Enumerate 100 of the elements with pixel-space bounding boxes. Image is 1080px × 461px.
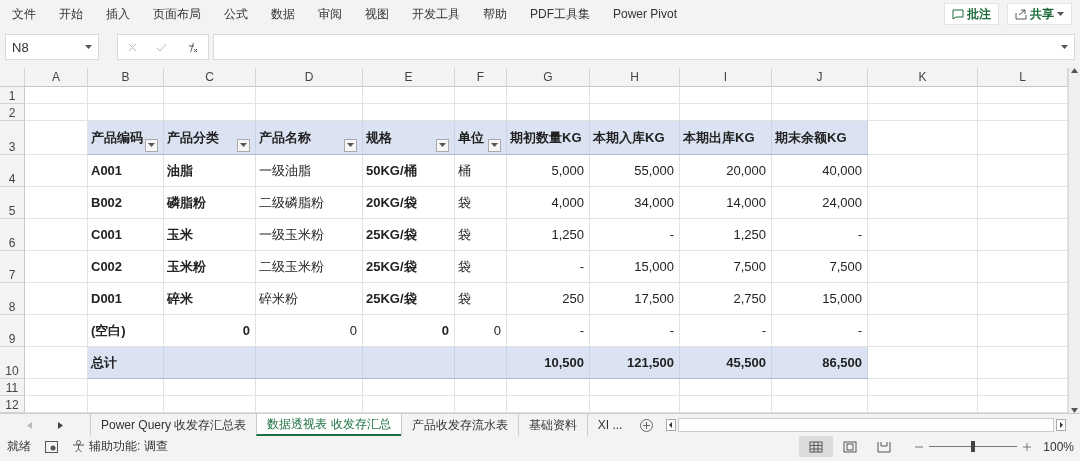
column-header[interactable]: D [256,68,363,87]
table-cell: 40,000 [772,155,868,187]
menu-tab[interactable]: 开发工具 [412,5,460,23]
table-cell: - [680,315,772,347]
column-header[interactable]: A [25,68,88,87]
column-header[interactable]: J [772,68,868,87]
table-cell: 5,000 [507,155,590,187]
sheet-tab[interactable]: XI ... [586,414,633,436]
share-button[interactable]: 共享 [1007,3,1072,25]
column-header[interactable]: C [164,68,256,87]
table-cell: B002 [88,187,164,219]
name-box[interactable]: N8 [5,34,99,60]
grid-icon [809,440,824,453]
table-cell: 15,000 [772,283,868,315]
add-sheet-icon[interactable] [640,418,654,432]
zoom-level[interactable]: 100% [1043,439,1074,454]
menu-tab[interactable]: 帮助 [483,5,507,23]
menu-tab[interactable]: Power Pivot [613,7,678,21]
table-cell: 油脂 [164,155,256,187]
table-cell: 17,500 [590,283,680,315]
menu-tab[interactable]: 视图 [365,5,389,23]
column-title: 期末余额KG [775,128,847,147]
menu-tab[interactable]: 公式 [224,5,248,23]
zoom-in-icon[interactable] [1023,442,1032,451]
scroll-up-icon [1071,68,1078,73]
row-header[interactable]: 3 [0,121,25,155]
table-cell: (空白) [88,315,164,347]
table-cell: 7,500 [680,251,772,283]
filter-button[interactable] [344,139,357,152]
column-header[interactable]: F [455,68,507,87]
filter-button[interactable] [237,139,250,152]
accessibility-status[interactable]: 辅助功能: 调查 [89,438,168,455]
menu-tab[interactable]: 开始 [59,5,83,23]
caret-icon [491,143,498,148]
table-cell: 一级油脂 [256,155,363,187]
table-cell: 24,000 [772,187,868,219]
row-header[interactable]: 11 [0,379,25,396]
scroll-right-icon[interactable] [1056,419,1066,431]
row-header[interactable]: 12 [0,396,25,413]
comment-button[interactable]: 批注 [944,3,999,25]
filter-button[interactable] [145,139,158,152]
menu-tab[interactable]: 页面布局 [153,5,201,23]
table-cell: 一级玉米粉 [256,219,363,251]
column-header[interactable]: E [363,68,455,87]
accessibility-icon[interactable] [72,440,85,453]
column-header[interactable]: K [868,68,978,87]
menu-tab[interactable]: 插入 [106,5,130,23]
table-cell: 0 [363,315,455,347]
row-header[interactable]: 7 [0,251,25,283]
caret-icon [240,143,247,148]
macro-record-icon[interactable] [45,440,58,453]
table-cell: 15,000 [590,251,680,283]
filter-button[interactable] [436,139,449,152]
table-cell: 34,000 [590,187,680,219]
table-cell: 1,250 [507,219,590,251]
zoom-slider-thumb[interactable] [971,441,976,452]
sheet-tab[interactable]: 数据透视表 收发存汇总 [256,414,401,436]
next-sheet-icon[interactable] [58,421,63,429]
table-cell: 袋 [455,187,507,219]
row-header[interactable]: 4 [0,155,25,187]
menu-tab[interactable]: 文件 [12,5,36,23]
table-cell: 50KG/桶 [363,155,455,187]
row-header[interactable]: 6 [0,219,25,251]
vertical-scrollbar[interactable] [1068,68,1080,413]
table-cell: D001 [88,283,164,315]
column-header[interactable]: L [978,68,1068,87]
menu-tab[interactable]: 审阅 [318,5,342,23]
menu-tab[interactable]: PDF工具集 [530,5,590,23]
menu-tab[interactable]: 数据 [271,5,295,23]
column-title: 产品分类 [167,128,219,147]
table-cell: C002 [88,251,164,283]
sheet-tab[interactable]: 基础资料 [517,414,587,436]
scroll-left-icon[interactable] [666,419,676,431]
column-title: 本期出库KG [683,128,755,147]
row-header[interactable]: 1 [0,87,25,104]
table-cell: - [772,219,868,251]
sheet-tab[interactable]: 产品收发存流水表 [400,414,518,436]
view-button[interactable] [799,436,834,457]
table-cell: 20KG/袋 [363,187,455,219]
table-cell: 7,500 [772,251,868,283]
table-cell: A001 [88,155,164,187]
column-title: 本期入库KG [593,128,665,147]
row-header[interactable]: 2 [0,104,25,121]
row-header[interactable]: 5 [0,187,25,219]
column-header[interactable]: G [507,68,590,87]
filter-button[interactable] [488,139,501,152]
table-cell: 55,000 [590,155,680,187]
table-cell: 二级磷脂粉 [256,187,363,219]
column-header[interactable]: H [590,68,680,87]
table-cell: 25KG/袋 [363,219,455,251]
horizontal-scrollbar[interactable] [678,418,1054,432]
column-header[interactable]: I [680,68,772,87]
table-cell: 2,750 [680,283,772,315]
row-header[interactable]: 10 [0,347,25,379]
column-header[interactable]: B [88,68,164,87]
column-title: 产品编码 [91,128,143,147]
formula-field[interactable] [213,34,1075,60]
page-break-icon [877,440,892,453]
row-header[interactable]: 8 [0,283,25,315]
row-header[interactable]: 9 [0,315,25,347]
